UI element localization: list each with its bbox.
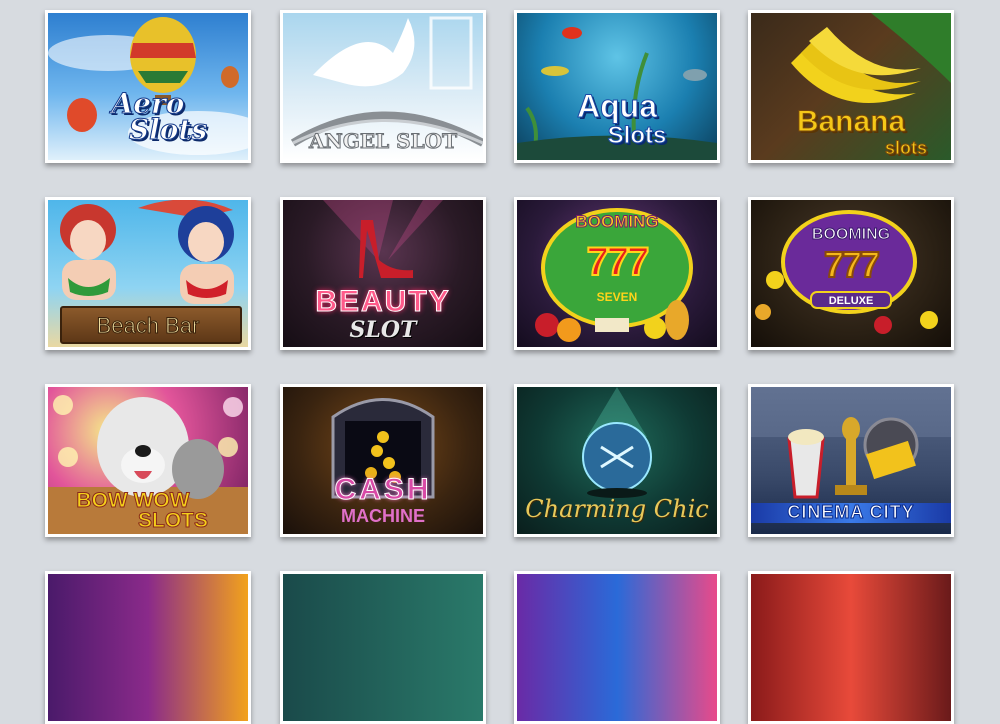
game-tile-partial[interactable]	[45, 571, 251, 724]
game-thumbnail: BOW WOW SLOTS	[48, 387, 248, 534]
game-subtitle: SLOT	[349, 317, 417, 343]
game-subtitle: Slots	[128, 113, 208, 146]
game-thumbnail	[48, 574, 248, 721]
game-tile-aero-slots[interactable]: Aero Slots	[45, 10, 251, 163]
game-thumbnail: BOOMING 777 DELUXE	[751, 200, 951, 347]
game-thumbnail: CASH MACHINE	[283, 387, 483, 534]
game-tile-beach-bar[interactable]: Beach Bar	[45, 197, 251, 350]
game-title: ANGEL SLOT	[309, 129, 458, 154]
game-tile-beauty-slot[interactable]: BEAUTY SLOT	[280, 197, 486, 350]
game-thumbnail: Charming Chic	[517, 387, 717, 534]
seven-digits: 777	[586, 239, 651, 285]
game-tile-partial[interactable]	[514, 571, 720, 724]
game-subtitle: SLOTS	[137, 509, 208, 532]
game-thumbnail: Aqua Slots	[517, 13, 717, 160]
game-title: CASH	[334, 473, 432, 506]
game-title: BOW WOW	[76, 489, 190, 512]
game-tile-cash-machine[interactable]: CASH MACHINE	[280, 384, 486, 537]
game-thumbnail: BOOMING 777 SEVEN	[517, 200, 717, 347]
game-tile-booming-seven-deluxe[interactable]: BOOMING 777 DELUXE	[748, 197, 954, 350]
game-title: Aqua	[577, 88, 658, 124]
game-thumbnail: Banana slots	[751, 13, 951, 160]
game-tile-partial[interactable]	[280, 571, 486, 724]
game-thumbnail: BEAUTY SLOT	[283, 200, 483, 347]
game-tile-angel-slot[interactable]: ANGEL SLOT	[280, 10, 486, 163]
game-title: CINEMA CITY	[787, 502, 915, 523]
game-thumbnail	[283, 574, 483, 721]
game-tile-booming-seven[interactable]: BOOMING 777 SEVEN	[514, 197, 720, 350]
game-subtitle: SEVEN	[596, 290, 638, 304]
game-thumbnail	[751, 574, 951, 721]
game-thumbnail: CINEMA CITY	[751, 387, 951, 534]
game-title: BOOMING	[575, 212, 659, 232]
game-thumbnail	[517, 574, 717, 721]
game-tile-bow-wow-slots[interactable]: BOW WOW SLOTS	[45, 384, 251, 537]
game-thumbnail: Aero Slots	[48, 13, 248, 160]
game-subtitle: slots	[884, 138, 927, 159]
game-thumbnail: ANGEL SLOT	[283, 13, 483, 160]
game-title: Charming Chic	[525, 495, 709, 523]
game-subtitle: MACHINE	[341, 506, 425, 526]
game-thumbnail: Beach Bar	[48, 200, 248, 347]
game-title: Beach Bar	[96, 313, 200, 339]
game-subtitle: Slots	[607, 122, 667, 150]
games-grid: Aero Slots ANGEL SLOT Aqua Slots Banana …	[0, 0, 1000, 724]
game-tile-charming-chic[interactable]: Charming Chic	[514, 384, 720, 537]
game-title: BEAUTY	[315, 285, 451, 318]
game-tile-aqua-slots[interactable]: Aqua Slots	[514, 10, 720, 163]
game-tile-cinema-city[interactable]: CINEMA CITY	[748, 384, 954, 537]
game-subtitle: DELUXE	[828, 295, 874, 307]
game-tile-partial[interactable]	[748, 571, 954, 724]
seven-digits: 777	[823, 243, 881, 286]
game-title: Banana	[796, 105, 906, 138]
game-title: BOOMING	[811, 226, 891, 244]
game-tile-banana-slots[interactable]: Banana slots	[748, 10, 954, 163]
